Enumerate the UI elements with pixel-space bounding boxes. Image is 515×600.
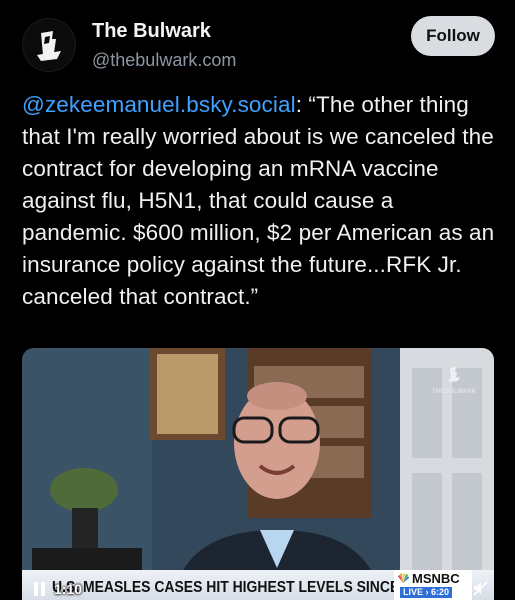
account-handle[interactable]: @thebulwark.com xyxy=(92,50,236,71)
network-name: MSNBC xyxy=(412,571,460,586)
live-indicator: LIVE › 6:20 xyxy=(400,587,453,598)
follow-button[interactable]: Follow xyxy=(411,16,495,56)
mute-icon[interactable] xyxy=(472,580,488,596)
bulwark-watermark: THEBULWARK xyxy=(432,364,476,404)
post-body: : “The other thing that I'm really worri… xyxy=(22,92,495,309)
post-text: @zekeemanuel.bsky.social: “The other thi… xyxy=(22,89,502,313)
pause-icon[interactable] xyxy=(34,582,46,596)
peacock-icon xyxy=(398,573,409,583)
video-timecode: 1:10 xyxy=(54,581,83,597)
watermark-text: THEBULWARK xyxy=(432,389,477,395)
video-player[interactable]: THEBULWARK U.S. MEASLES CASES HIT HIGHES… xyxy=(22,348,494,600)
account-name[interactable]: The Bulwark xyxy=(92,20,211,43)
post-header: The Bulwark @thebulwark.com Follow xyxy=(22,14,495,74)
mention-link[interactable]: @zekeemanuel.bsky.social xyxy=(22,92,296,117)
news-headline: U.S. MEASLES CASES HIT HIGHEST LEVELS SI… xyxy=(52,579,435,596)
watermark-ship-icon xyxy=(448,367,460,382)
video-frame xyxy=(22,348,494,600)
network-bug: MSNBC LIVE › 6:20 xyxy=(394,570,472,600)
news-lower-third: U.S. MEASLES CASES HIT HIGHEST LEVELS SI… xyxy=(22,570,494,600)
avatar[interactable] xyxy=(22,18,76,72)
bulwark-ship-logo-icon xyxy=(37,31,61,61)
